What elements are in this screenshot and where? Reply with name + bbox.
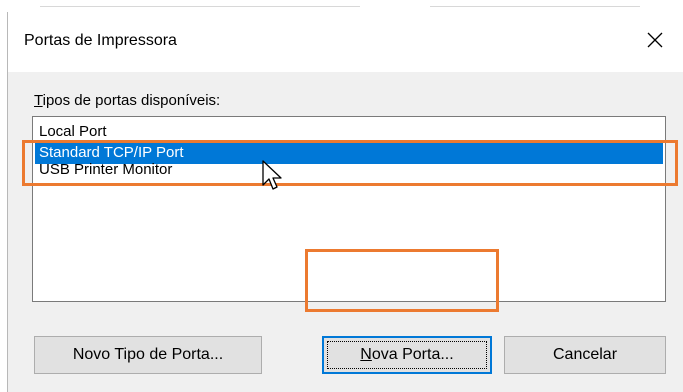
- port-types-label-text: ipos de portas disponíveis:: [42, 92, 221, 109]
- background-divider: [40, 6, 360, 7]
- dialog-titlebar: Portas de Impressora: [8, 12, 683, 72]
- new-port-button-focus: Nova Porta...: [327, 341, 487, 369]
- new-port-button-label: ova Porta...: [371, 346, 454, 363]
- dialog-title: Portas de Impressora: [24, 32, 177, 49]
- dialog-left-border: [0, 12, 8, 392]
- list-item-standard-tcp-ip-port[interactable]: Standard TCP/IP Port: [35, 141, 663, 164]
- background-window-edge: [0, 0, 683, 12]
- close-button[interactable]: [635, 22, 675, 58]
- list-item-local-port[interactable]: Local Port: [35, 119, 663, 136]
- port-types-label-accelerator: T: [34, 92, 43, 109]
- port-types-listbox[interactable]: Local Port Standard TCP/IP Port USB Prin…: [32, 116, 666, 302]
- screenshot-frame: Portas de Impressora Tipos de portas dis…: [0, 0, 683, 392]
- cancel-button[interactable]: Cancelar: [504, 336, 666, 374]
- new-port-type-button[interactable]: Novo Tipo de Porta...: [34, 336, 262, 374]
- port-types-label: Tipos de portas disponíveis:: [34, 92, 220, 109]
- background-divider: [430, 6, 640, 7]
- close-icon: [647, 32, 663, 48]
- new-port-button[interactable]: Nova Porta...: [322, 336, 492, 374]
- new-port-button-accelerator: N: [360, 346, 372, 363]
- list-item-usb-printer-monitor[interactable]: USB Printer Monitor: [35, 163, 663, 181]
- dialog-body: Tipos de portas disponíveis: Local Port …: [8, 72, 683, 392]
